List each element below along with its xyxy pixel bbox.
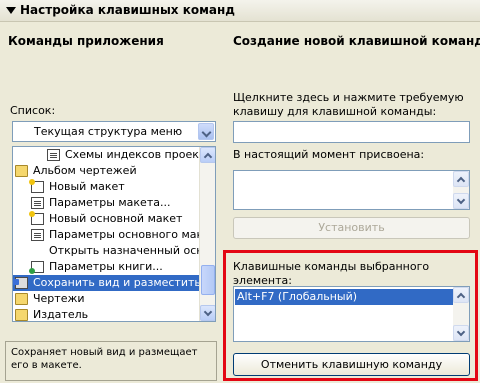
new-layout-icon	[29, 211, 44, 225]
panel-title: Настройка клавишных команд	[20, 3, 235, 17]
tree-item[interactable]: Открыть назначенный основ	[13, 243, 199, 259]
doc-icon	[47, 149, 60, 161]
new-layout-icon	[29, 179, 44, 193]
tree-scrollbar[interactable]	[199, 147, 215, 321]
scroll-up-icon[interactable]	[200, 147, 215, 163]
tree-item-label: Сохранить вид и разместить в ма	[33, 276, 199, 289]
doc-icon	[31, 229, 44, 241]
scroll-up-icon[interactable]	[453, 171, 469, 187]
remove-shortcut-button[interactable]: Отменить клавишную команду	[233, 353, 470, 376]
folder-icon	[15, 165, 28, 177]
command-tree[interactable]: Схемы индексов проекта... ( Альбом чертеж…	[12, 146, 216, 322]
new-shortcut-title: Создание новой клавишной команды:	[233, 34, 480, 48]
tree-item[interactable]: Альбом чертежей	[13, 163, 199, 179]
tree-item-label: Открыть назначенный основ	[49, 244, 199, 257]
tree-item[interactable]: Новый основной макет	[13, 211, 199, 227]
tree-item-label: Параметры макета...	[49, 196, 171, 209]
collapse-triangle-icon[interactable]	[6, 7, 16, 14]
menu-structure-select[interactable]: Текущая структура меню	[12, 121, 216, 142]
shortcut-list-item[interactable]: Alt+F7 (Глобальный)	[235, 289, 453, 305]
scroll-down-icon[interactable]	[453, 325, 469, 341]
tree-item[interactable]: Параметры основного макета	[13, 227, 199, 243]
folder-icon	[15, 309, 28, 321]
shortcut-scrollbar[interactable]	[453, 287, 469, 341]
tree-item[interactable]: Чертежи	[13, 291, 199, 307]
assigned-scrollbar[interactable]	[453, 171, 469, 209]
book-icon	[29, 261, 44, 274]
scroll-up-icon[interactable]	[453, 287, 469, 303]
tree-item[interactable]: Издатель	[13, 307, 199, 321]
doc-icon	[31, 197, 44, 209]
tree-item-label: Издатель	[33, 308, 89, 321]
tree-item-label: Новый основной макет	[49, 212, 183, 225]
tree-item-label: Схемы индексов проекта... (	[65, 148, 199, 161]
shortcut-capture-field[interactable]	[233, 121, 470, 143]
chevron-down-icon[interactable]	[198, 123, 214, 140]
assigned-field[interactable]	[233, 170, 470, 210]
command-description: Сохраняет новый вид и размещает его в ма…	[5, 341, 217, 381]
app-commands-title: Команды приложения	[8, 34, 164, 48]
menu-structure-value: Текущая структура меню	[34, 125, 183, 138]
tree-item[interactable]: Схемы индексов проекта... (	[13, 147, 199, 163]
scroll-down-icon[interactable]	[200, 305, 215, 321]
selected-shortcuts-label: Клавишные команды выбранного элемента:	[233, 260, 430, 287]
tree-item-label: Альбом чертежей	[33, 164, 137, 177]
tree-item-label: Параметры основного макета	[49, 228, 199, 241]
tree-item[interactable]: Сохранить вид и разместить в ма	[13, 275, 199, 291]
tree-item[interactable]: Параметры книги...	[13, 259, 199, 275]
place-view-icon	[13, 277, 28, 289]
tree-item-label: Чертежи	[33, 292, 85, 305]
assigned-label: В настоящий момент присвоена:	[233, 148, 425, 161]
scroll-down-icon[interactable]	[453, 193, 469, 209]
scroll-thumb[interactable]	[201, 265, 215, 295]
tree-item-label: Параметры книги...	[49, 260, 163, 273]
folder-icon	[15, 293, 28, 305]
panel-header[interactable]: Настройка клавишных команд	[0, 0, 480, 22]
shortcut-list[interactable]: Alt+F7 (Глобальный)	[233, 286, 470, 342]
tree-item[interactable]: Параметры макета...	[13, 195, 199, 211]
shortcut-prompt: Щелкните здесь и нажмите требуемую клави…	[233, 91, 464, 118]
list-label: Список:	[10, 104, 56, 117]
set-shortcut-button[interactable]: Установить	[233, 217, 470, 239]
tree-item-label: Новый макет	[49, 180, 125, 193]
tree-item[interactable]: Новый макет	[13, 179, 199, 195]
